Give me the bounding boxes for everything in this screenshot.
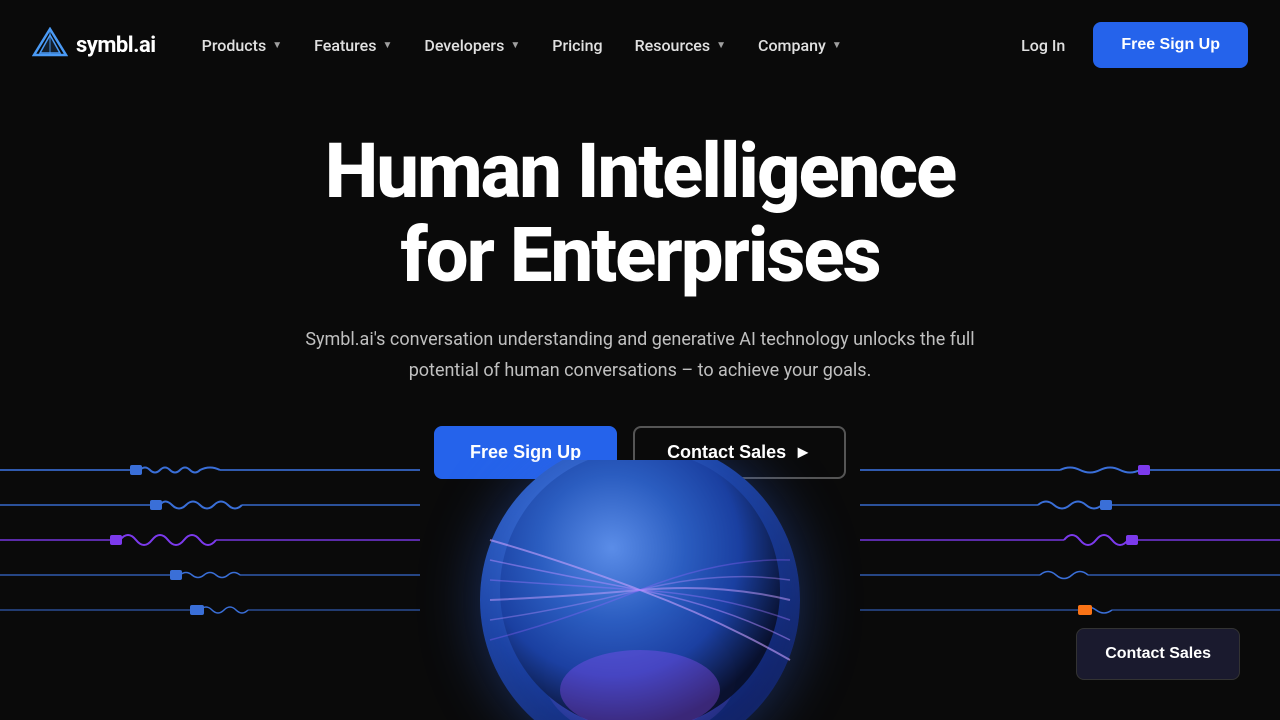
nav-item-features[interactable]: Features ▼ [300, 28, 406, 63]
nav-item-developers[interactable]: Developers ▼ [410, 28, 534, 63]
login-button[interactable]: Log In [1009, 28, 1077, 63]
hero-title: Human Intelligence for Enterprises [325, 130, 956, 297]
nav-item-resources[interactable]: Resources ▼ [621, 28, 740, 63]
nav-signup-button[interactable]: Free Sign Up [1093, 22, 1248, 68]
chevron-down-icon: ▼ [272, 40, 282, 51]
navbar: symbl.ai Products ▼ Features ▼ Developer… [0, 0, 1280, 90]
logo[interactable]: symbl.ai [32, 27, 156, 63]
nav-item-company[interactable]: Company ▼ [744, 28, 856, 63]
waveform-right [860, 460, 1280, 640]
chevron-down-icon: ▼ [382, 40, 392, 51]
logo-icon [32, 27, 68, 63]
nav-links: Products ▼ Features ▼ Developers ▼ Prici… [188, 28, 1010, 63]
chevron-down-icon: ▼ [832, 40, 842, 51]
chevron-down-icon: ▼ [510, 40, 520, 51]
logo-text: symbl.ai [76, 33, 156, 58]
neural-viz [440, 460, 840, 720]
floating-contact-sales-button[interactable]: Contact Sales [1076, 628, 1240, 680]
nav-right: Log In Free Sign Up [1009, 22, 1248, 68]
hero-subtitle: Symbl.ai's conversation understanding an… [300, 325, 980, 386]
waveform-left [0, 460, 420, 640]
visualization-container [0, 460, 1280, 720]
nav-item-pricing[interactable]: Pricing [538, 28, 616, 63]
chevron-down-icon: ▼ [716, 40, 726, 51]
hero-section: Human Intelligence for Enterprises Symbl… [0, 90, 1280, 479]
nav-item-products[interactable]: Products ▼ [188, 28, 296, 63]
